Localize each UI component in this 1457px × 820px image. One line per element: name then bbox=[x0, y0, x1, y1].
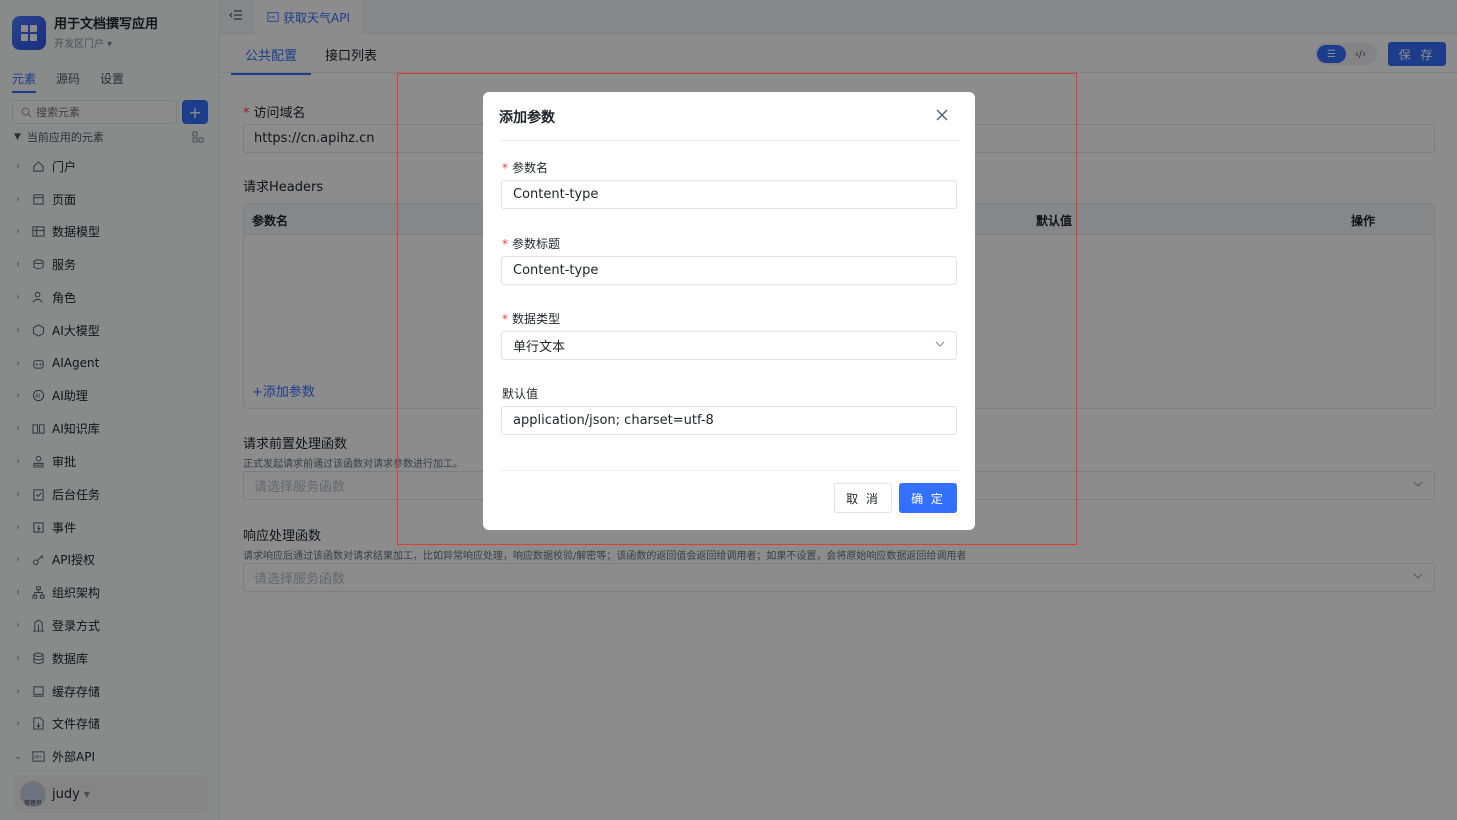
data-type-label: * 数据类型 bbox=[502, 312, 561, 326]
dialog-title: 添加参数 bbox=[499, 110, 555, 126]
param-name-label: * 参数名 bbox=[502, 161, 549, 175]
dialog-header-divider bbox=[499, 140, 959, 141]
close-icon[interactable] bbox=[933, 106, 951, 124]
confirm-button[interactable]: 确 定 bbox=[899, 483, 957, 513]
data-type-select[interactable]: 单行文本 bbox=[501, 331, 957, 360]
add-param-dialog: 添加参数 * 参数名 Content-type * 参数标题 Content-typ… bbox=[483, 92, 975, 530]
default-value-input[interactable]: application/json; charset=utf-8 bbox=[501, 406, 957, 435]
dialog-footer-divider bbox=[499, 470, 959, 471]
param-name-input[interactable]: Content-type bbox=[501, 180, 957, 209]
chevron-down-icon bbox=[934, 338, 946, 354]
param-title-input[interactable]: Content-type bbox=[501, 256, 957, 285]
param-title-label: * 参数标题 bbox=[502, 237, 561, 251]
default-value-label: 默认值 bbox=[502, 387, 539, 401]
cancel-button[interactable]: 取 消 bbox=[834, 483, 892, 513]
